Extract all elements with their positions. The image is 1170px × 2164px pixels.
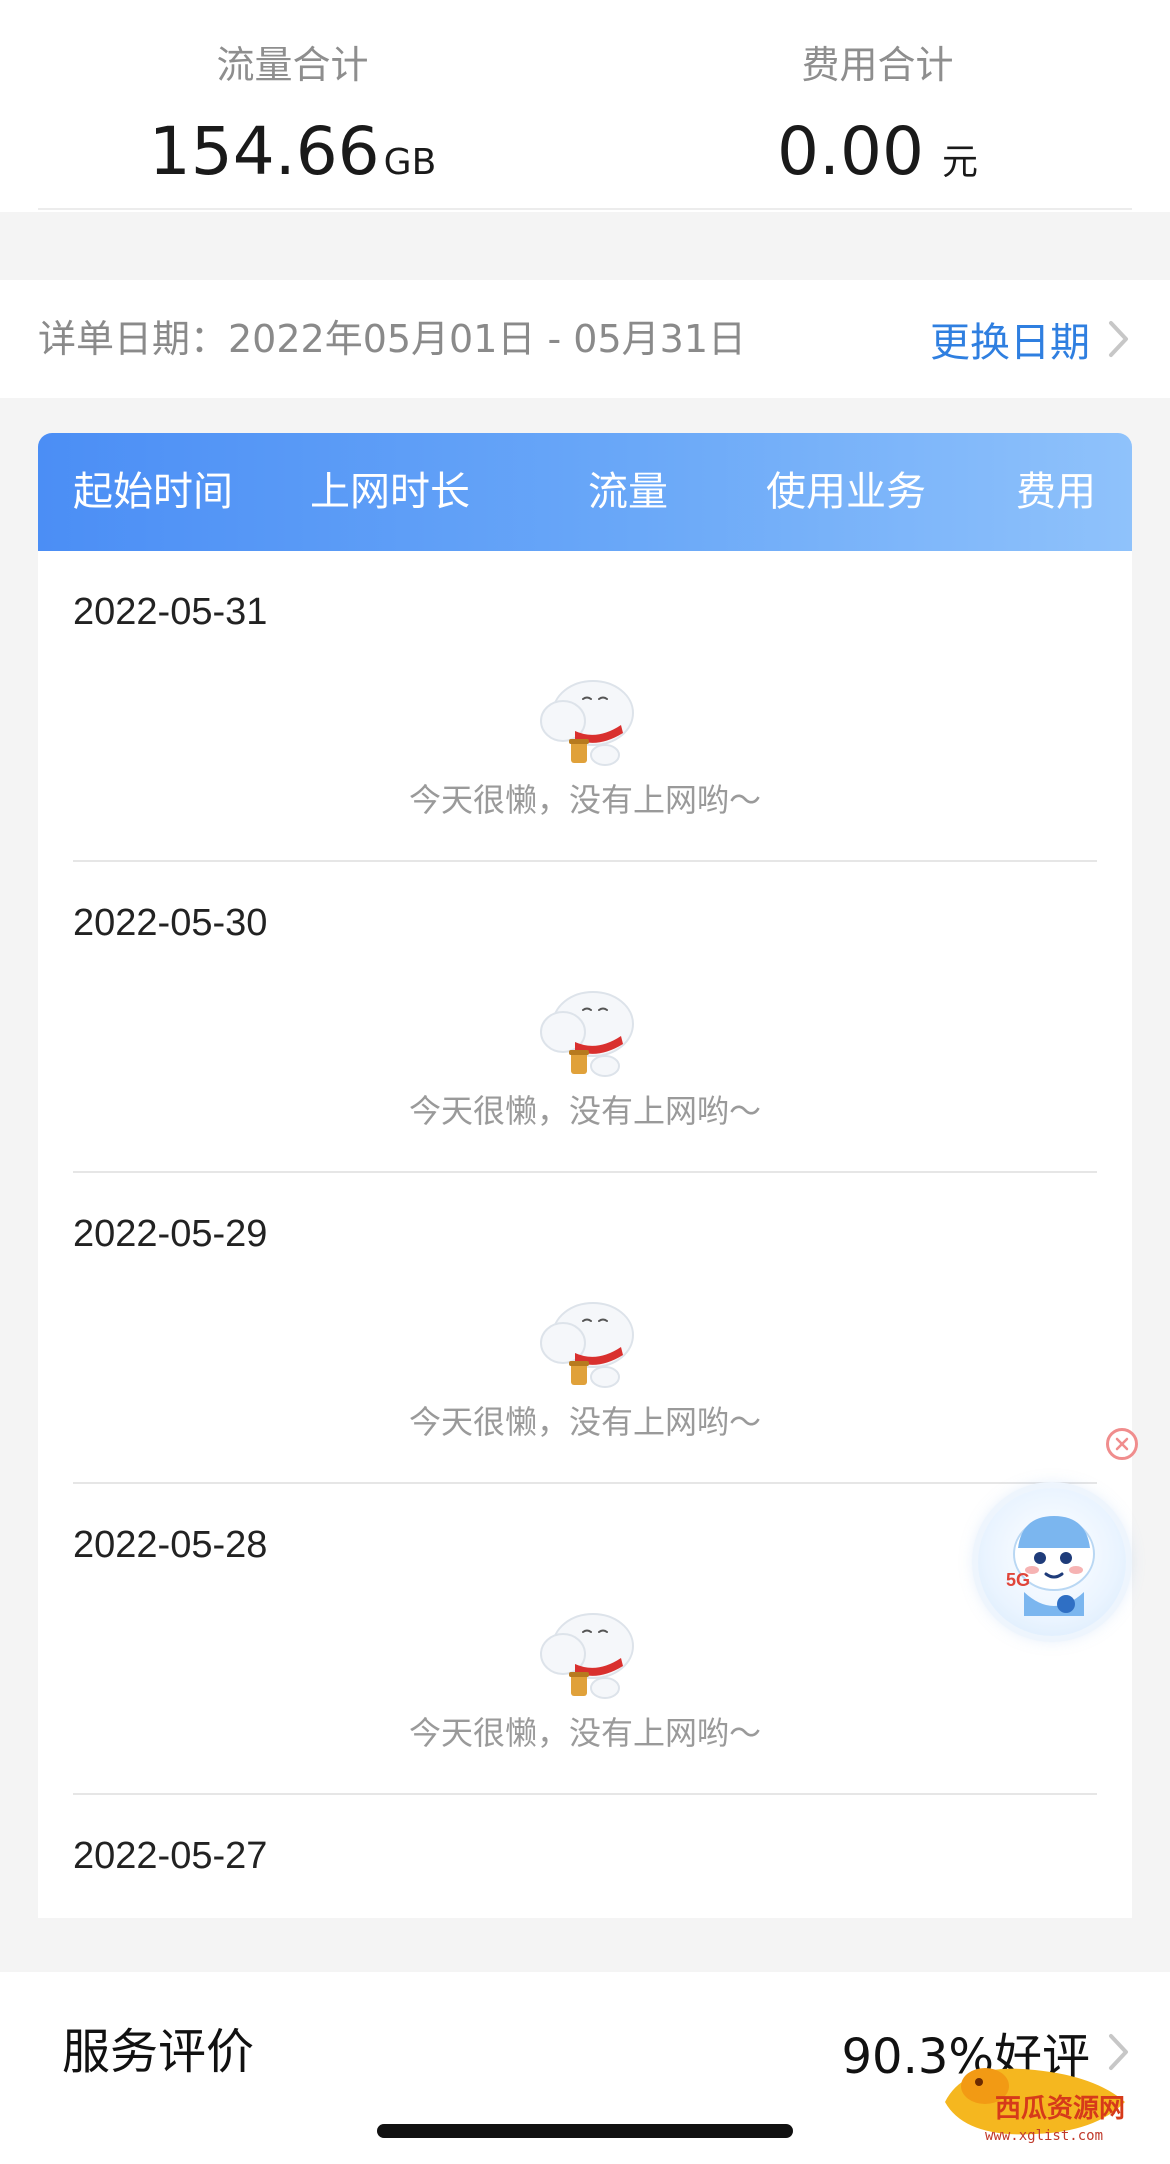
service-rating-label: 服务评价 <box>62 2024 255 2080</box>
row-date: 2022-05-31 <box>73 591 268 633</box>
date-range-text: 详单日期：2022年05月01日 - 05月31日 <box>38 317 746 361</box>
fee-total-unit: 元 <box>941 142 978 183</box>
header-service: 使用业务 <box>766 469 926 515</box>
header-traffic: 流量 <box>588 469 668 515</box>
fee-total-number: 0.00 <box>777 113 924 190</box>
cloud-mascot-icon <box>535 669 645 774</box>
row-date: 2022-05-29 <box>73 1213 268 1255</box>
fee-total: 费用合计 0.00 元 <box>585 40 1170 188</box>
traffic-total-unit: GB <box>383 142 437 183</box>
date-range-bar: 详单日期：2022年05月01日 - 05月31日 更换日期 <box>0 280 1170 398</box>
assistant-bot-icon[interactable]: 5G <box>978 1488 1126 1636</box>
change-date-button[interactable]: 更换日期 <box>930 280 1142 398</box>
home-indicator <box>377 2124 793 2138</box>
fee-total-value: 0.00 元 <box>585 116 1170 188</box>
traffic-total-label: 流量合计 <box>216 43 369 87</box>
table-row: 2022-05-30 今天很懒，没有上网哟～ <box>38 862 1132 1173</box>
traffic-total-value: 154.66 GB <box>0 116 585 188</box>
fee-total-label: 费用合计 <box>801 43 954 87</box>
table-row: 2022-05-29 今天很懒，没有上网哟～ <box>38 1173 1132 1484</box>
summary-divider <box>38 208 1132 210</box>
traffic-total-number: 154.66 <box>148 113 380 190</box>
table-row: 2022-05-31 今天很懒，没有上网哟～ <box>38 551 1132 862</box>
usage-table: 起始时间 上网时长 流量 使用业务 费用 2022-05-31 今天很懒，没有上… <box>38 433 1132 1918</box>
row-empty-message: 今天很懒，没有上网哟～ <box>408 1714 761 1752</box>
chevron-right-icon <box>1108 316 1142 362</box>
table-row: 2022-05-28 今天很懒，没有上网哟～ <box>38 1484 1132 1795</box>
watermark-logo: 西瓜资源网 www.xglist.com <box>925 2042 1153 2160</box>
cloud-mascot-icon <box>535 1602 645 1707</box>
watermark-text: 西瓜资源网 <box>995 2094 1126 2124</box>
row-date: 2022-05-27 <box>73 1835 268 1877</box>
svg-text:5G: 5G <box>1006 1570 1030 1590</box>
row-empty-message: 今天很懒，没有上网哟～ <box>408 1092 761 1130</box>
row-empty-message: 今天很懒，没有上网哟～ <box>408 781 761 819</box>
cloud-mascot-icon <box>535 1291 645 1396</box>
header-fee: 费用 <box>1016 469 1096 515</box>
watermark-url: www.xglist.com <box>985 2128 1104 2144</box>
close-icon[interactable] <box>1106 1428 1138 1460</box>
header-start-time: 起始时间 <box>73 469 233 515</box>
cloud-mascot-icon <box>535 980 645 1085</box>
table-header: 起始时间 上网时长 流量 使用业务 费用 <box>38 433 1132 551</box>
header-duration: 上网时长 <box>310 469 470 515</box>
row-date: 2022-05-30 <box>73 902 268 944</box>
change-date-label: 更换日期 <box>930 320 1090 366</box>
row-date: 2022-05-28 <box>73 1524 268 1566</box>
traffic-total: 流量合计 154.66 GB <box>0 40 585 188</box>
table-row: 2022-05-27 <box>38 1795 1132 1918</box>
row-empty-message: 今天很懒，没有上网哟～ <box>408 1403 761 1441</box>
summary-panel: 流量合计 154.66 GB 费用合计 0.00 元 <box>0 0 1170 212</box>
